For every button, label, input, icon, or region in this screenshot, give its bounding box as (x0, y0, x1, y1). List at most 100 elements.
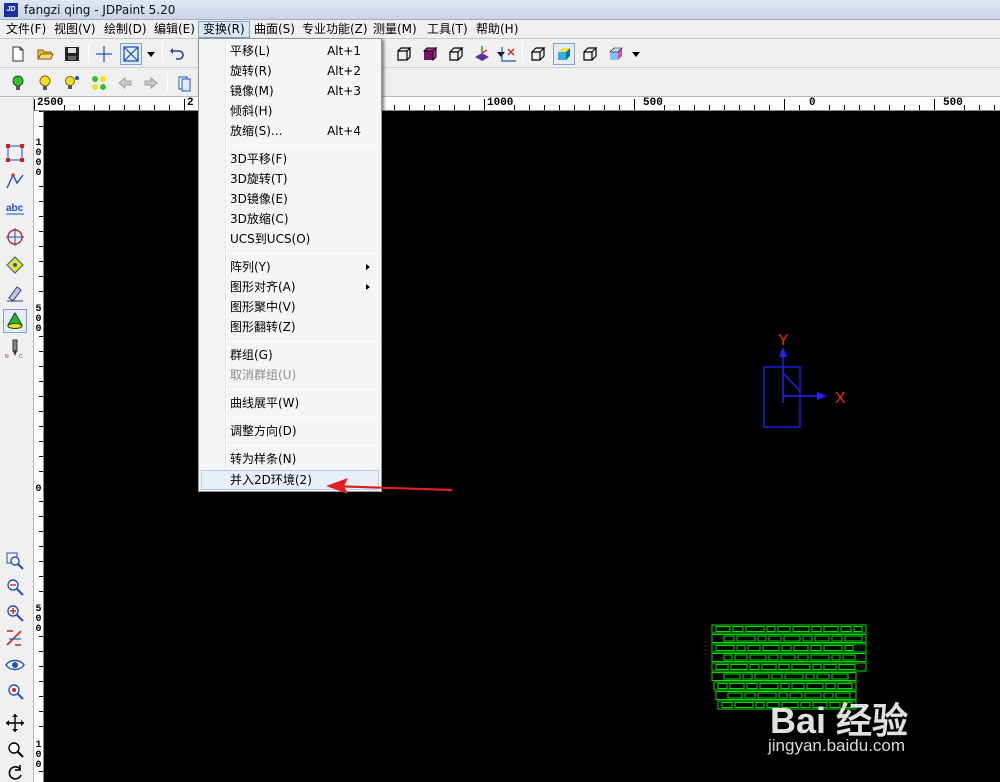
tool-select-rect[interactable] (3, 141, 27, 165)
menu-item-rotate[interactable]: 旋转(R) Alt+2 (201, 61, 379, 81)
menu-item-flip[interactable]: 图形翻转(Z) (201, 317, 379, 337)
svg-text:N: N (5, 354, 9, 359)
menu-draw[interactable]: 绘制(D) (100, 21, 151, 38)
menu-transform[interactable]: 变换(R) (198, 21, 250, 38)
menu-item-center[interactable]: 图形聚中(V) (201, 297, 379, 317)
menu-item-adjust-direction[interactable]: 调整方向(D) (201, 421, 379, 441)
tool-surface[interactable] (3, 309, 27, 333)
menu-item-3d-rotate[interactable]: 3D旋转(T) (201, 169, 379, 189)
menu-view[interactable]: 视图(V) (50, 21, 100, 38)
arrow-right-disabled-icon (144, 76, 158, 90)
zoom-dynamic-button[interactable] (3, 737, 27, 761)
menu-item-label: 图形翻转(Z) (230, 320, 296, 334)
crosshair-button[interactable] (93, 43, 115, 65)
zoom-in-button[interactable] (3, 601, 27, 625)
menu-item-group[interactable]: 群组(G) (201, 345, 379, 365)
tool-machining[interactable]: NC (3, 337, 27, 361)
save-button[interactable] (61, 43, 83, 65)
menu-item-skew[interactable]: 倾斜(H) (201, 101, 379, 121)
cube-color-icon (609, 47, 623, 60)
zoom-window-button[interactable] (3, 549, 27, 573)
light-yellow-button[interactable] (34, 72, 56, 94)
ruler-ticks (34, 99, 995, 110)
menu-item-3d-scale[interactable]: 3D放缩(C) (201, 209, 379, 229)
menu-item-shortcut: Alt+2 (327, 64, 361, 78)
rotate-view-button[interactable] (3, 761, 27, 782)
layer-button[interactable] (173, 72, 195, 94)
undo-button[interactable] (166, 43, 188, 65)
eye-icon (5, 659, 25, 671)
menu-item-flatten-curve[interactable]: 曲线展平(W) (201, 393, 379, 413)
ruler-label: 1 0 0 0 (34, 138, 43, 179)
menu-item-label: 放缩(S)... (230, 124, 283, 138)
light-multi-button[interactable] (88, 72, 110, 94)
tool-circle[interactable] (3, 225, 27, 249)
drawing-canvas[interactable]: Y X (44, 111, 1000, 782)
crosshair-icon (96, 46, 112, 62)
menu-separator (227, 389, 377, 390)
iso-axes-icon (475, 46, 489, 61)
render-solid-button[interactable] (553, 43, 575, 65)
box-select-button[interactable] (120, 43, 142, 65)
menu-file[interactable]: 文件(F) (2, 21, 50, 38)
menu-professional[interactable]: 专业功能(Z) (298, 21, 372, 38)
menu-item-shortcut: Alt+3 (327, 84, 361, 98)
tool-bit-icon: NC (5, 339, 23, 359)
menu-measure[interactable]: 测量(M) (369, 21, 421, 38)
menu-item-to-spline[interactable]: 转为样条(N) (201, 449, 379, 469)
menu-item-array[interactable]: 阵列(Y) (201, 257, 379, 277)
zoom-out-button[interactable] (3, 575, 27, 599)
view-eye-button[interactable] (3, 653, 27, 677)
light-settings-button[interactable] (61, 72, 83, 94)
zoom-previous-button[interactable] (3, 679, 27, 703)
zoom-all-icon (6, 630, 22, 646)
menu-item-3d-translate[interactable]: 3D平移(F) (201, 149, 379, 169)
tool-eraser[interactable] (3, 281, 27, 305)
render-dropdown[interactable] (629, 43, 643, 65)
zoom-out-icon (7, 579, 24, 596)
tool-fillet[interactable] (3, 253, 27, 277)
zoom-all-button[interactable] (3, 627, 27, 651)
menu-item-mirror[interactable]: 镜像(M) Alt+3 (201, 81, 379, 101)
tool-text[interactable]: abc (3, 197, 27, 221)
menu-separator (227, 253, 377, 254)
menu-item-scale[interactable]: 放缩(S)... Alt+4 (201, 121, 379, 141)
menu-tools[interactable]: 工具(T) (423, 21, 472, 38)
view-iso-button[interactable] (471, 43, 493, 65)
render-wire-button[interactable] (527, 43, 549, 65)
menu-surface[interactable]: 曲面(S) (250, 21, 299, 38)
nav-back-button[interactable] (114, 72, 136, 94)
polyline-icon (6, 173, 24, 189)
menu-item-translate[interactable]: 平移(L) Alt+1 (201, 41, 379, 61)
view-cube-front-button[interactable] (393, 43, 415, 65)
menu-item-label: 3D旋转(T) (230, 172, 288, 186)
pan-button[interactable] (3, 711, 27, 735)
nav-forward-button[interactable] (140, 72, 162, 94)
zoom-dynamic-icon (8, 742, 24, 758)
rect-handles-icon (6, 144, 24, 162)
new-file-button[interactable] (7, 43, 29, 65)
ruler-label: 2 (186, 97, 195, 110)
menu-item-label: 并入2D环境(2) (230, 473, 312, 487)
render-hidden-button[interactable] (579, 43, 601, 65)
render-color-button[interactable] (605, 43, 627, 65)
select-mode-dropdown[interactable] (144, 43, 158, 65)
ruler-label: 5 0 0 (34, 304, 43, 335)
view-xy-button[interactable] (497, 43, 519, 65)
view-cube-wire-button[interactable] (445, 43, 467, 65)
menu-item-ucs-to-ucs[interactable]: UCS到UCS(O) (201, 229, 379, 249)
view-cube-shaded-button[interactable] (419, 43, 441, 65)
text-abc-icon: abc (6, 203, 24, 215)
chevron-down-icon (632, 52, 640, 57)
light-green-button[interactable] (7, 72, 29, 94)
tool-polyline[interactable] (3, 169, 27, 193)
canvas-drawing: Y X (711, 332, 867, 710)
menu-item-3d-mirror[interactable]: 3D镜像(E) (201, 189, 379, 209)
menu-edit[interactable]: 编辑(E) (150, 21, 199, 38)
open-file-button[interactable] (34, 43, 56, 65)
box-select-icon (123, 46, 139, 62)
ruler-ticks (39, 111, 43, 772)
menu-help[interactable]: 帮助(H) (472, 21, 522, 38)
menu-item-ungroup[interactable]: 取消群组(U) (201, 365, 379, 385)
menu-item-align[interactable]: 图形对齐(A) (201, 277, 379, 297)
